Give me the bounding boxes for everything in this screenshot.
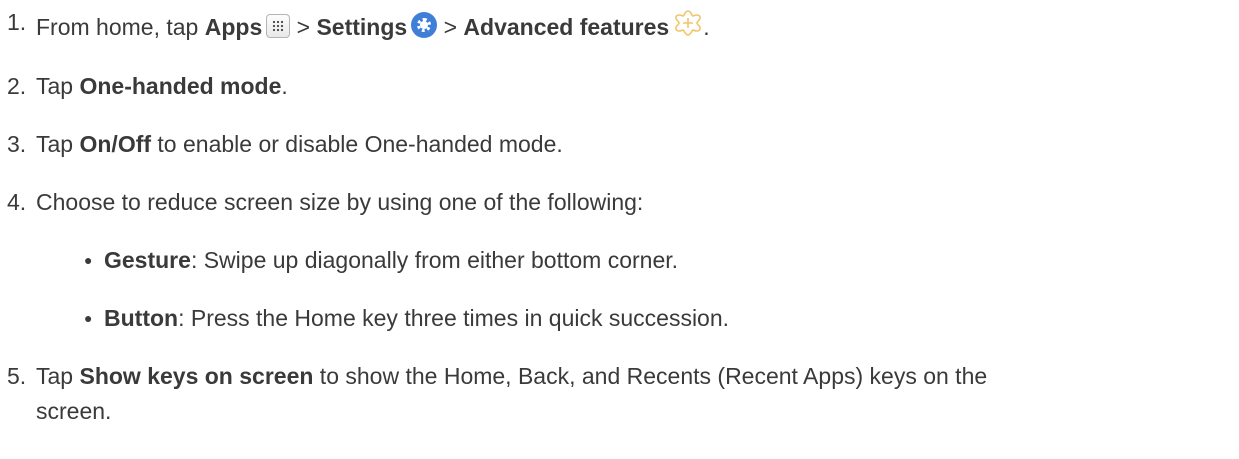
option-description: : Swipe up diagonally from either bottom…	[190, 247, 679, 273]
step-number: 5.	[7, 363, 27, 389]
advanced-features-icon	[673, 8, 703, 38]
show-keys-label: Show keys on screen	[79, 363, 314, 389]
step-suffix: to show the Home, Back, and Recents (Rec…	[313, 363, 988, 389]
bullet: ●	[84, 310, 93, 326]
step-text: Tap On/Off to enable or disable One-hand…	[36, 130, 563, 158]
bullet: ●	[84, 252, 93, 268]
step-text: Tap One-handed mode.	[36, 72, 288, 100]
advanced-features-label: Advanced features	[463, 14, 670, 40]
step-5-continuation: screen.	[36, 398, 112, 424]
apps-grid-icon	[266, 14, 291, 38]
step-prefix: From home, tap	[36, 14, 205, 40]
step-prefix: Tap	[36, 363, 80, 389]
step-text: From home, tap Apps > Settings > Advance…	[36, 8, 710, 41]
step-suffix: .	[281, 73, 288, 99]
step-number: 1.	[7, 9, 27, 35]
apps-label: Apps	[204, 14, 263, 40]
step-text: Tap Show keys on screen to show the Home…	[36, 362, 987, 390]
step-text: Choose to reduce screen size by using on…	[36, 189, 644, 215]
one-handed-mode-label: One-handed mode	[79, 73, 282, 99]
separator: >	[290, 14, 317, 40]
step-prefix: Tap	[36, 73, 80, 99]
separator: >	[437, 14, 464, 40]
settings-gear-icon	[411, 12, 438, 38]
on-off-label: On/Off	[79, 131, 152, 157]
settings-label: Settings	[316, 14, 408, 40]
step-number: 4.	[7, 189, 27, 215]
step-suffix: to enable or disable One-handed mode.	[151, 131, 563, 157]
option-text: Gesture: Swipe up diagonally from either…	[104, 246, 678, 274]
step-number: 2.	[7, 73, 27, 99]
button-label: Button	[104, 305, 179, 331]
step-prefix: Tap	[36, 131, 80, 157]
option-description: : Press the Home key three times in quic…	[178, 305, 730, 331]
option-text: Button: Press the Home key three times i…	[104, 304, 729, 332]
gesture-label: Gesture	[104, 247, 191, 273]
step-number: 3.	[7, 131, 27, 157]
period: .	[703, 14, 710, 40]
